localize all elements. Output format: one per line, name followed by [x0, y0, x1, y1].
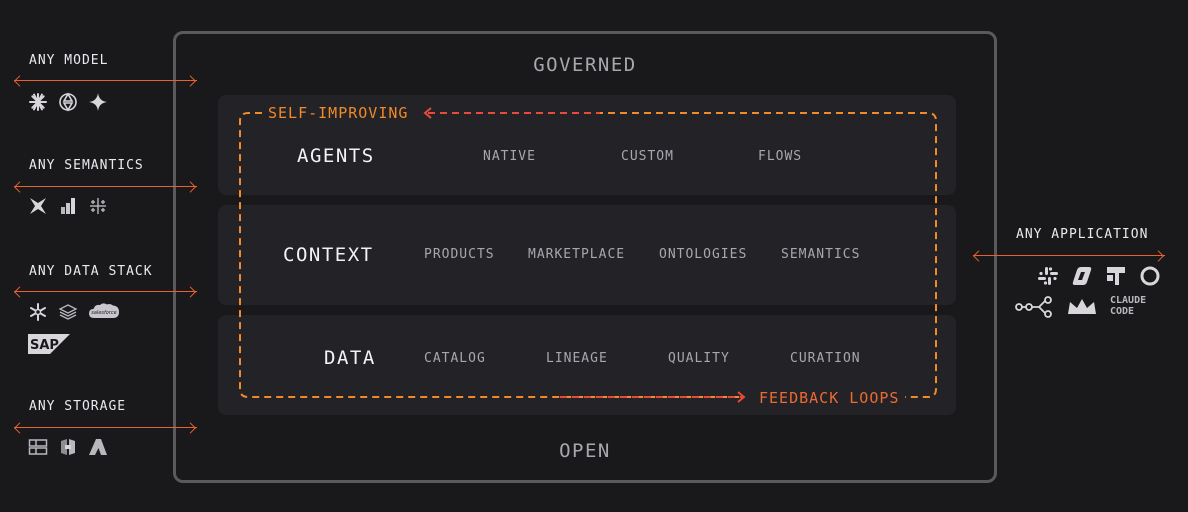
- claude-code-line-1: CLAUDE: [1110, 295, 1147, 306]
- gemini-sparkle-icon: [88, 92, 108, 112]
- feedback-loop-path: [239, 107, 937, 403]
- double-arrow: [14, 291, 197, 292]
- sap-text: SAP: [30, 338, 59, 353]
- dbt-icon: [28, 196, 48, 216]
- self-improving-label: SELF-IMPROVING: [266, 104, 411, 122]
- snowflake-icon: [28, 302, 48, 322]
- double-arrow: [14, 80, 197, 81]
- salesforce-cloud-icon: salesforce: [88, 302, 120, 322]
- server-grid-icon: [28, 437, 48, 457]
- azure-a-icon: [88, 437, 108, 457]
- feedback-loops-label: FEEDBACK LOOPS: [757, 389, 902, 407]
- double-arrow: [14, 427, 197, 428]
- bar-steps-icon: [58, 196, 78, 216]
- any-storage-label: ANY STORAGE: [29, 399, 127, 414]
- app-icons-row-1: [1036, 265, 1162, 287]
- jira-icon: [1104, 265, 1128, 287]
- openai-knot-icon: [58, 92, 78, 112]
- any-model-label: ANY MODEL: [29, 53, 109, 68]
- tableau-cross-icon: [88, 196, 108, 216]
- any-application-label: ANY APPLICATION: [1016, 227, 1149, 242]
- chat-ring-icon: [1138, 265, 1162, 287]
- any-data-stack-label: ANY DATA STACK: [29, 264, 153, 279]
- salesforce-text: salesforce: [91, 310, 116, 316]
- claude-code-line-2: CODE: [1110, 306, 1135, 317]
- claude-code-icon: CLAUDE CODE: [1110, 296, 1158, 318]
- double-arrow: [14, 186, 197, 187]
- sap-icon: SAP: [28, 334, 70, 354]
- layers-stack-icon: [58, 302, 78, 322]
- slack-icon: [1036, 265, 1060, 287]
- claude-starburst-icon: [28, 92, 48, 112]
- copilot-icon: [1070, 265, 1094, 287]
- app-icons-row-2: CLAUDE CODE: [1014, 296, 1158, 318]
- crown-icon: [1066, 296, 1098, 318]
- any-semantics-label: ANY SEMANTICS: [29, 158, 144, 173]
- double-arrow: [973, 255, 1165, 256]
- storage-icons: [28, 437, 108, 457]
- semantics-icons: [28, 196, 108, 216]
- data-stack-icons: salesforce: [28, 302, 120, 322]
- s3-bucket-icon: [58, 437, 78, 457]
- model-icons: [28, 92, 108, 112]
- flow-nodes-icon: [1014, 296, 1054, 318]
